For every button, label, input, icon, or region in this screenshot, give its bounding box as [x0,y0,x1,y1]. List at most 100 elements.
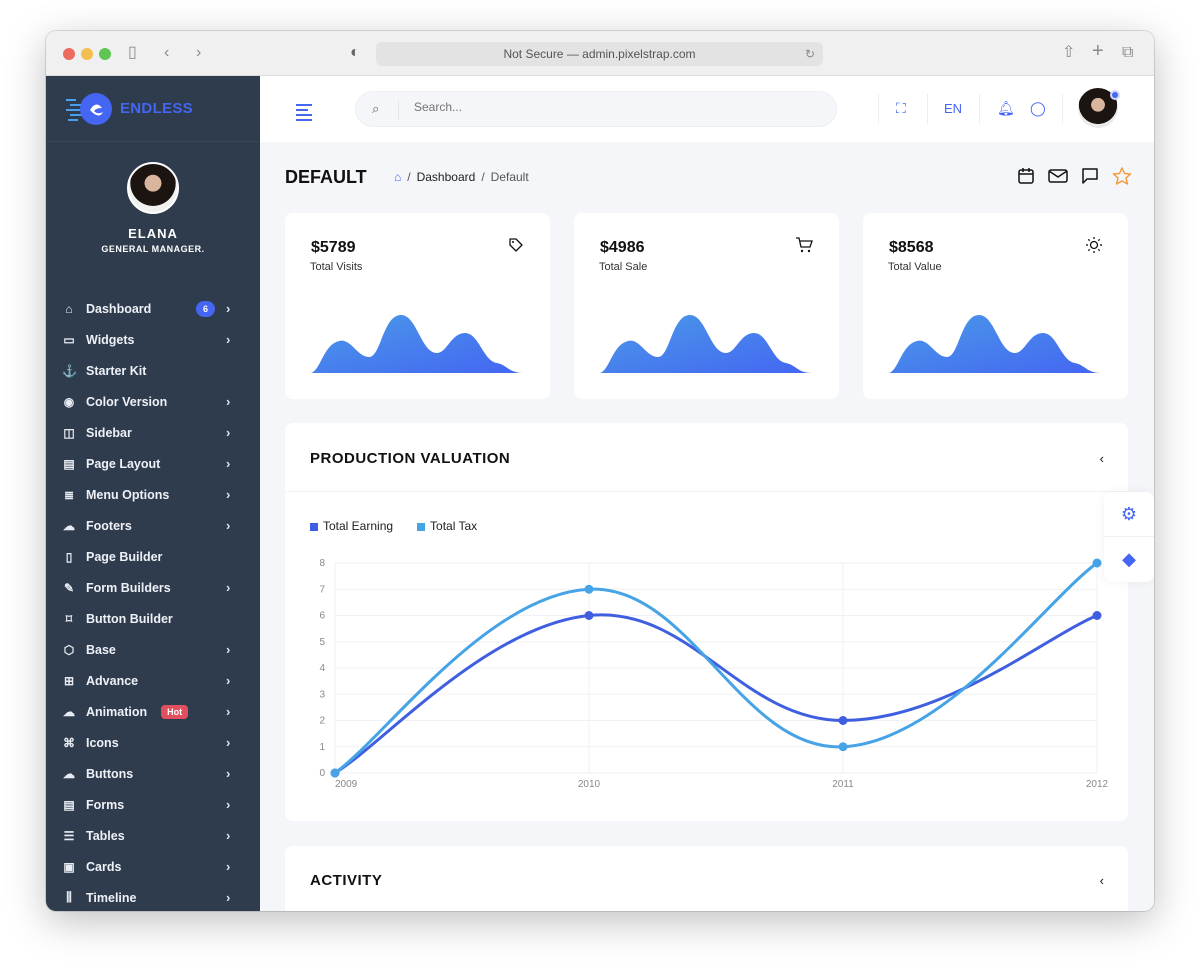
data-point[interactable] [838,742,848,752]
chat-icon[interactable]: ◯ [1030,100,1046,117]
icons-icon: ⌘ [63,735,75,750]
sidebar-item-sidebar[interactable]: ◫ Sidebar › [46,417,260,448]
sidebar-item-footers[interactable]: ☁ Footers › [46,510,260,541]
timeline-icon: ⫼ [66,890,72,904]
maximize-window-button[interactable] [99,48,111,60]
sidebar-item-color-version[interactable]: ◉ Color Version › [46,386,260,417]
stat-value: $5789 [311,239,356,256]
form-builders-icon: ✎ [63,580,75,595]
collapse-toggle[interactable]: ‹ [1100,873,1104,888]
search-icon: ⌕ [372,101,380,116]
sidebar-item-menu-options[interactable]: ≣ Menu Options › [46,479,260,510]
data-point[interactable] [330,768,340,778]
address-bar[interactable]: Not Secure — admin.pixelstrap.com ↻ [376,42,823,66]
new-tab-icon[interactable]: + [1092,41,1104,61]
tabs-overview-icon[interactable]: ⧉ [1122,43,1133,63]
x-tick-label: 2012 [1086,779,1109,790]
forward-icon[interactable]: › [196,43,201,63]
activity-title: ACTIVITY [310,872,383,889]
settings-gears-icon[interactable]: ⚙ [1104,492,1154,537]
share-icon[interactable]: ⇧ [1062,43,1075,63]
menu-options-icon: ≣ [63,487,75,502]
breadcrumb-dashboard[interactable]: Dashboard [417,170,476,184]
sidebar-item-timeline[interactable]: ⫼ Timeline › [46,882,260,911]
search-input[interactable] [414,100,814,114]
activity-card: ACTIVITY ‹ [285,846,1128,911]
close-window-button[interactable] [63,48,75,60]
sidebar-item-cards[interactable]: ▣ Cards › [46,851,260,882]
sidebar-item-label: Sidebar [86,425,132,440]
sidebar-item-page-layout[interactable]: ▤ Page Layout › [46,448,260,479]
sidebar-item-form-builders[interactable]: ✎ Form Builders › [46,572,260,603]
stat-label: Total Value [888,261,942,273]
stat-label: Total Sale [599,261,648,273]
chevron-right-icon: › [226,797,231,812]
sidebar-toggle-icon[interactable]: ▯ [128,43,137,63]
data-point[interactable] [584,584,594,594]
sidebar-item-icons[interactable]: ⌘ Icons › [46,727,260,758]
message-icon[interactable] [1081,167,1099,185]
chevron-right-icon: › [226,828,231,843]
chevron-right-icon: › [226,487,231,502]
sparkline-area [311,315,523,373]
sidebar-item-label: Menu Options [86,487,170,502]
language-selector[interactable]: EN [944,101,962,116]
sidebar-item-page-builder[interactable]: ▯ Page Builder [46,541,260,572]
header-divider [927,94,928,124]
stat-value: $4986 [600,239,645,256]
sidebar-item-starter-kit[interactable]: ⚓ Starter Kit [46,355,260,386]
brand-logo[interactable]: ENDLESS [46,76,260,142]
sidebar-item-forms[interactable]: ▤ Forms › [46,789,260,820]
sidebar-item-tables[interactable]: ☰ Tables › [46,820,260,851]
profile-avatar[interactable] [127,162,179,214]
reload-icon[interactable]: ↻ [805,42,815,66]
sidebar-item-advance[interactable]: ⊞ Advance › [46,665,260,696]
collapse-toggle[interactable]: ‹ [1100,451,1104,466]
shield-icon: ◐ [350,44,360,61]
chevron-right-icon: › [226,580,231,595]
chevron-right-icon: › [226,394,231,409]
header-divider [979,94,980,124]
paint-bucket-icon[interactable]: ◆ [1104,537,1154,582]
calendar-icon[interactable] [1017,167,1035,185]
chevron-right-icon: › [226,642,231,657]
sidebar-item-base[interactable]: ⬡ Base › [46,634,260,665]
sidebar-item-animation[interactable]: ☁ Animation Hot › [46,696,260,727]
back-icon[interactable]: ‹ [164,43,169,63]
sidebar-item-buttons[interactable]: ☁ Buttons › [46,758,260,789]
data-point[interactable] [1092,611,1102,620]
home-icon[interactable]: ⌂ [394,170,401,184]
data-point[interactable] [838,716,848,725]
sidebar-item-widgets[interactable]: ▭ Widgets › [46,324,260,355]
data-point[interactable] [584,611,594,620]
search-divider [398,100,399,120]
sidebar-item-dashboard[interactable]: ⌂ Dashboard 6 › [46,293,260,324]
sidebar-item-label: Form Builders [86,580,171,595]
y-tick-label: 0 [319,768,325,779]
sidebar-item-label: Forms [86,797,125,812]
legend-total-earning[interactable]: Total Earning [310,519,393,533]
y-tick-label: 7 [319,584,325,595]
page-builder-icon: ▯ [65,549,73,564]
mail-icon[interactable] [1048,167,1068,185]
sidebar-item-label: Color Version [86,394,168,409]
menu-toggle-icon[interactable] [296,104,312,124]
browser-window: ▯ ‹ › ◐ Not Secure — admin.pixelstrap.co… [46,31,1154,911]
legend-total-tax[interactable]: Total Tax [417,519,477,533]
data-point[interactable] [1092,558,1102,568]
notification-bell-icon[interactable]: 🔔︎ [997,100,1015,117]
y-tick-label: 4 [319,663,325,674]
stat-card-total-value: $8568 Total Value [863,213,1128,399]
minimize-window-button[interactable] [81,48,93,60]
sidebar-item-button-builder[interactable]: ⌑ Button Builder [46,603,260,634]
fullscreen-icon[interactable]: ⛶ [896,100,906,117]
x-tick-label: 2011 [832,779,854,790]
animation-icon: ☁ [63,704,75,719]
stat-sparkline-chart [311,315,523,373]
chevron-right-icon: › [226,704,231,719]
chevron-right-icon: › [226,890,231,905]
header-divider [1062,94,1063,124]
base-icon: ⬡ [63,642,75,657]
top-header: ⌕ ⛶ EN 🔔︎ ◯ [260,76,1154,142]
star-icon[interactable] [1112,167,1132,185]
